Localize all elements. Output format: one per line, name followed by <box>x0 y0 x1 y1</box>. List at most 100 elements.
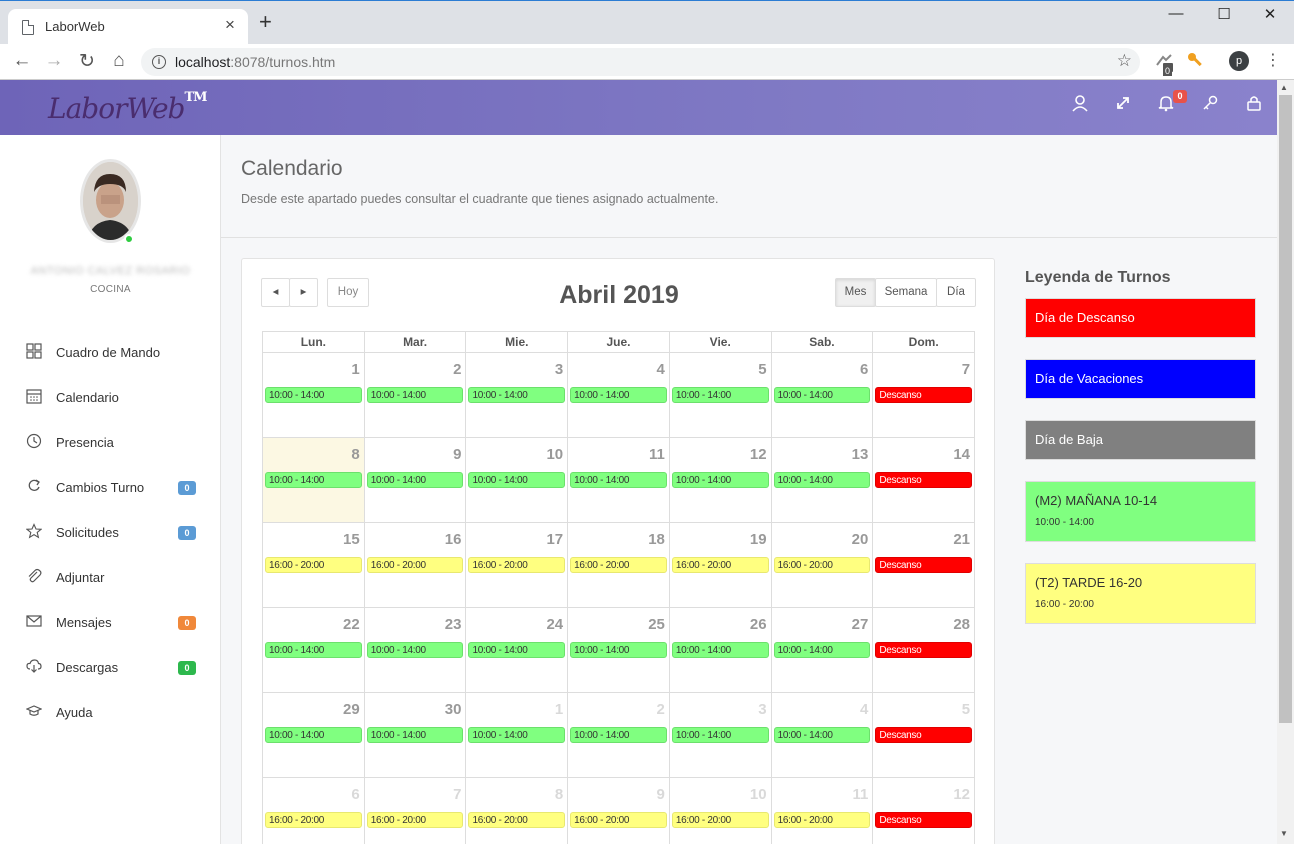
shift-event[interactable]: 10:00 - 14:00 <box>468 727 566 743</box>
day-number[interactable]: 19 <box>750 531 767 548</box>
calendar-day-cell[interactable]: 11 10:00 - 14:00 <box>568 438 670 522</box>
avatar[interactable] <box>80 159 141 243</box>
day-number[interactable]: 13 <box>852 446 869 463</box>
day-number[interactable]: 7 <box>962 361 970 378</box>
profile-avatar[interactable]: p <box>1229 51 1249 71</box>
day-number[interactable]: 29 <box>343 701 360 718</box>
shift-event[interactable]: 10:00 - 14:00 <box>570 642 667 658</box>
view-month-button[interactable]: Mes <box>835 278 876 307</box>
calendar-day-cell[interactable]: 8 10:00 - 14:00 <box>263 438 365 522</box>
shift-event[interactable]: 16:00 - 20:00 <box>468 557 566 573</box>
calendar-day-cell[interactable]: 8 16:00 - 20:00 <box>466 778 569 844</box>
day-number[interactable]: 20 <box>852 531 869 548</box>
day-number[interactable]: 2 <box>453 361 461 378</box>
browser-tab[interactable]: LaborWeb × <box>8 9 248 45</box>
view-week-button[interactable]: Semana <box>875 278 937 307</box>
sidebar-item-calendario[interactable]: Calendario <box>0 377 221 422</box>
day-number[interactable]: 3 <box>555 361 563 378</box>
rest-day-event[interactable]: Descanso <box>875 812 973 828</box>
day-number[interactable]: 24 <box>546 616 563 633</box>
shift-event[interactable]: 10:00 - 14:00 <box>570 387 667 403</box>
url-text[interactable]: localhost:8078/turnos.htm <box>175 54 335 70</box>
day-number[interactable]: 25 <box>648 616 665 633</box>
day-number[interactable]: 27 <box>852 616 869 633</box>
calendar-day-cell[interactable]: 13 10:00 - 14:00 <box>772 438 874 522</box>
calendar-day-cell[interactable]: 12 10:00 - 14:00 <box>670 438 772 522</box>
day-number[interactable]: 23 <box>445 616 462 633</box>
day-number[interactable]: 15 <box>343 531 360 548</box>
sidebar-item-cuadro-de-mando[interactable]: Cuadro de Mando <box>0 332 221 377</box>
calendar-day-cell[interactable]: 3 10:00 - 14:00 <box>670 693 772 777</box>
calendar-day-cell[interactable]: 6 10:00 - 14:00 <box>772 353 874 437</box>
shift-event[interactable]: 10:00 - 14:00 <box>671 387 769 403</box>
day-number[interactable]: 1 <box>555 701 563 718</box>
shift-event[interactable]: 16:00 - 20:00 <box>773 812 871 828</box>
calendar-day-cell[interactable]: 21 Descanso <box>873 523 976 607</box>
rest-day-event[interactable]: Descanso <box>875 557 973 573</box>
calendar-day-cell[interactable]: 20 16:00 - 20:00 <box>772 523 874 607</box>
shift-event[interactable]: 10:00 - 14:00 <box>366 472 464 488</box>
sidebar-item-ayuda[interactable]: Ayuda <box>0 692 221 737</box>
forward-button[interactable]: → <box>42 50 66 72</box>
day-number[interactable]: 10 <box>750 786 767 803</box>
shift-event[interactable]: 10:00 - 14:00 <box>773 472 871 488</box>
shift-event[interactable]: 10:00 - 14:00 <box>265 472 362 488</box>
day-number[interactable]: 16 <box>445 531 462 548</box>
shift-event[interactable]: 10:00 - 14:00 <box>468 472 566 488</box>
scroll-down-arrow[interactable]: ▼ <box>1280 829 1288 838</box>
key-extension-icon[interactable] <box>1186 51 1204 73</box>
calendar-day-cell[interactable]: 14 Descanso <box>873 438 976 522</box>
calendar-day-cell[interactable]: 23 10:00 - 14:00 <box>365 608 467 692</box>
info-icon[interactable]: i <box>152 55 166 69</box>
sidebar-item-adjuntar[interactable]: Adjuntar <box>0 557 221 602</box>
shift-event[interactable]: 10:00 - 14:00 <box>265 727 362 743</box>
user-icon[interactable] <box>1068 94 1092 118</box>
day-number[interactable]: 14 <box>953 446 970 463</box>
calendar-day-cell[interactable]: 1 10:00 - 14:00 <box>466 693 569 777</box>
calendar-day-cell[interactable]: 4 10:00 - 14:00 <box>568 353 670 437</box>
shift-event[interactable]: 10:00 - 14:00 <box>570 472 667 488</box>
calendar-day-cell[interactable]: 11 16:00 - 20:00 <box>772 778 874 844</box>
day-number[interactable]: 9 <box>657 786 665 803</box>
shift-event[interactable]: 16:00 - 20:00 <box>671 812 769 828</box>
shift-event[interactable]: 16:00 - 20:00 <box>773 557 871 573</box>
shift-event[interactable]: 10:00 - 14:00 <box>468 642 566 658</box>
day-number[interactable]: 8 <box>351 446 359 463</box>
shift-event[interactable]: 16:00 - 20:00 <box>265 812 362 828</box>
calendar-day-cell[interactable]: 2 10:00 - 14:00 <box>365 353 467 437</box>
shift-event[interactable]: 16:00 - 20:00 <box>366 812 464 828</box>
day-number[interactable]: 4 <box>860 701 868 718</box>
reload-button[interactable]: ↻ <box>75 50 99 73</box>
day-number[interactable]: 22 <box>343 616 360 633</box>
calendar-day-cell[interactable]: 9 16:00 - 20:00 <box>568 778 670 844</box>
home-button[interactable]: ⌂ <box>107 50 131 72</box>
sidebar-item-mensajes[interactable]: Mensajes 0 <box>0 602 221 647</box>
shift-event[interactable]: 16:00 - 20:00 <box>570 812 667 828</box>
day-number[interactable]: 11 <box>649 446 665 463</box>
shift-event[interactable]: 10:00 - 14:00 <box>265 642 362 658</box>
shift-event[interactable]: 10:00 - 14:00 <box>366 727 464 743</box>
day-number[interactable]: 12 <box>750 446 767 463</box>
shift-event[interactable]: 16:00 - 20:00 <box>265 557 362 573</box>
day-number[interactable]: 1 <box>351 361 359 378</box>
maximize-button[interactable]: ☐ <box>1201 5 1247 23</box>
shift-event[interactable]: 10:00 - 14:00 <box>366 387 464 403</box>
calendar-day-cell[interactable]: 1 10:00 - 14:00 <box>263 353 365 437</box>
calendar-day-cell[interactable]: 7 Descanso <box>873 353 976 437</box>
rest-day-event[interactable]: Descanso <box>875 642 973 658</box>
shift-event[interactable]: 10:00 - 14:00 <box>366 642 464 658</box>
shift-event[interactable]: 10:00 - 14:00 <box>671 642 769 658</box>
calendar-day-cell[interactable]: 4 10:00 - 14:00 <box>772 693 874 777</box>
shift-event[interactable]: 10:00 - 14:00 <box>570 727 667 743</box>
calendar-day-cell[interactable]: 2 10:00 - 14:00 <box>568 693 670 777</box>
shift-event[interactable]: 10:00 - 14:00 <box>265 387 362 403</box>
calendar-day-cell[interactable]: 12 Descanso <box>873 778 976 844</box>
day-number[interactable]: 12 <box>953 786 970 803</box>
day-number[interactable]: 28 <box>953 616 970 633</box>
shift-event[interactable]: 16:00 - 20:00 <box>570 557 667 573</box>
view-day-button[interactable]: Día <box>936 278 976 307</box>
shift-event[interactable]: 16:00 - 20:00 <box>468 812 566 828</box>
close-window-button[interactable]: ✕ <box>1247 5 1293 23</box>
minimize-button[interactable]: — <box>1153 5 1199 22</box>
calendar-day-cell[interactable]: 3 10:00 - 14:00 <box>466 353 569 437</box>
